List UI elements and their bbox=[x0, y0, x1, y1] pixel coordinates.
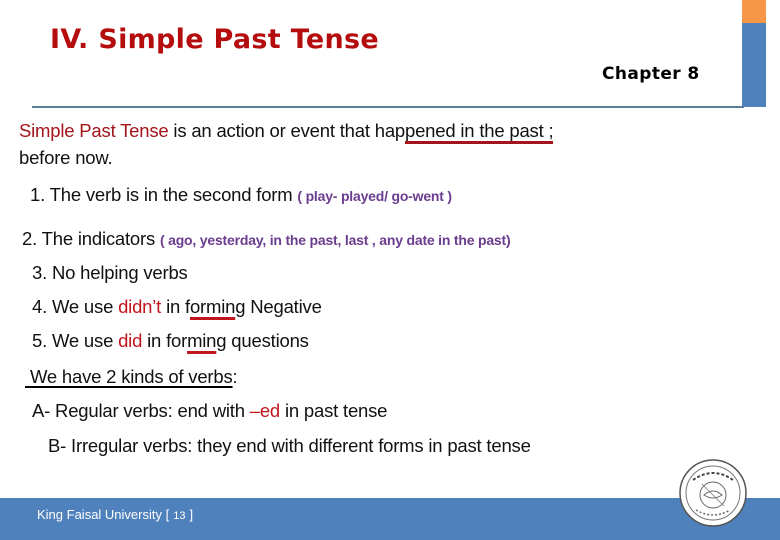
definition-line-2: before now. bbox=[19, 147, 113, 168]
page-number: 13 bbox=[173, 510, 186, 522]
footer-bracket-open: [ bbox=[165, 507, 170, 522]
rule-text: 2. The indicators bbox=[22, 228, 160, 249]
rule-2: 2. The indicators ( ago, yesterday, in t… bbox=[22, 228, 511, 250]
definition-term: Simple Past Tense bbox=[19, 120, 169, 141]
kinds-heading-colon: : bbox=[232, 366, 238, 387]
rule-text: 1. The verb is in the second form bbox=[30, 184, 298, 205]
footer-bracket-close: ] bbox=[189, 507, 194, 522]
kind-regular: A- Regular verbs: end with –ed in past t… bbox=[32, 400, 387, 422]
kinds-heading-text: We have 2 kinds of verbs bbox=[29, 366, 233, 387]
rule-text: 4. We use bbox=[32, 296, 119, 317]
rule-example: ( ago, yesterday, in the past, last , an… bbox=[159, 232, 511, 248]
kind-text: A- Regular verbs: end with bbox=[32, 400, 250, 421]
kind-text: in past tense bbox=[280, 400, 388, 421]
footer-bar: King Faisal University [13] bbox=[0, 498, 780, 540]
rule-example: ( play- played/ go-went ) bbox=[297, 188, 452, 204]
rule-highlight: didn’t bbox=[118, 296, 162, 317]
chapter-label: Chapter 8 bbox=[602, 64, 700, 84]
definition-line-1: Simple Past Tense is an action or event … bbox=[19, 120, 554, 144]
rule-highlight: did bbox=[118, 330, 143, 351]
rule-4: 4. We use didn’t in forming Negative bbox=[32, 296, 322, 318]
accent-bar-orange bbox=[742, 0, 766, 23]
rule-1: 1. The verb is in the second form ( play… bbox=[30, 184, 452, 206]
rule-text: g Negative bbox=[235, 296, 322, 317]
rule-underlined: ormin bbox=[189, 296, 236, 317]
definition-underlined-text: pened in the past ; bbox=[405, 120, 554, 144]
kind-highlight: –ed bbox=[249, 400, 281, 421]
footer-text: King Faisal University [13] bbox=[37, 507, 193, 522]
header-divider bbox=[32, 106, 744, 108]
rule-5: 5. We use did in forming questions bbox=[32, 330, 309, 352]
rule-text: 5. We use bbox=[32, 330, 119, 351]
accent-bar-blue bbox=[742, 23, 766, 107]
definition-text: is an action or event that hap bbox=[168, 120, 405, 141]
university-seal-logo bbox=[678, 458, 748, 528]
rule-text: g questions bbox=[216, 330, 309, 351]
rule-text: in f bbox=[161, 296, 190, 317]
rule-underlined: min bbox=[187, 330, 217, 351]
slide-title: IV. Simple Past Tense bbox=[50, 24, 379, 55]
footer-institution: King Faisal University bbox=[37, 507, 162, 522]
kinds-heading: We have 2 kinds of verbs: bbox=[25, 366, 238, 388]
rule-text: in for bbox=[142, 330, 188, 351]
rule-3: 3. No helping verbs bbox=[32, 262, 188, 283]
kind-irregular: B- Irregular verbs: they end with differ… bbox=[48, 435, 531, 456]
